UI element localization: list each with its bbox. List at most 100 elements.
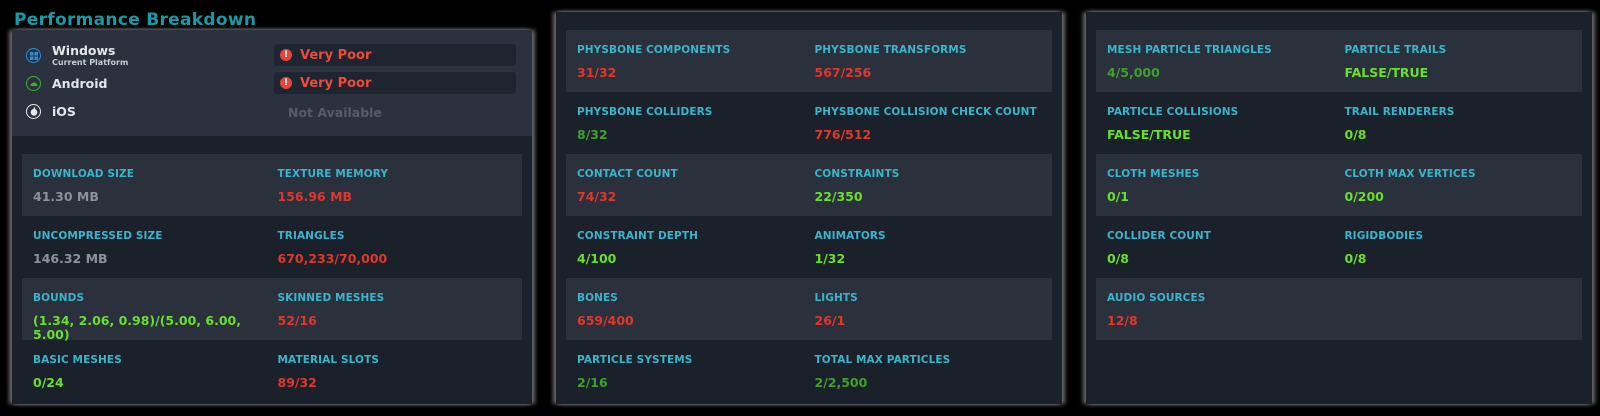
stat-label: BONES — [577, 292, 618, 304]
stat-cell: CLOTH MAX VERTICES 0/200 — [1345, 154, 1583, 216]
stat-cell: CONTACT COUNT 74/32 — [577, 154, 815, 216]
stat-label: AUDIO SOURCES — [1107, 292, 1206, 304]
stat-label: UNCOMPRESSED SIZE — [33, 230, 163, 242]
platform-name: iOS — [52, 103, 76, 119]
stat-value: 74/32 — [577, 189, 617, 204]
stat-cell: TEXTURE MEMORY 156.96 MB — [278, 154, 523, 216]
stat-label: PHYSBONE TRANSFORMS — [814, 44, 967, 56]
stat-value: 0/1 — [1107, 189, 1129, 204]
stat-value: 12/8 — [1107, 313, 1138, 328]
stat-row: CONSTRAINT DEPTH 4/100 ANIMATORS 1/32 — [566, 216, 1052, 278]
page-title: Performance Breakdown — [14, 10, 257, 30]
stat-cell: CONSTRAINT DEPTH 4/100 — [577, 216, 815, 278]
stat-value: 41.30 MB — [33, 189, 99, 204]
stat-value: FALSE/TRUE — [1107, 127, 1191, 142]
panel-effects: MESH PARTICLE TRIANGLES 4/5,000 PARTICLE T… — [1086, 12, 1592, 404]
stat-label: CONTACT COUNT — [577, 168, 678, 180]
stat-label: CONSTRAINTS — [814, 168, 900, 180]
stat-label: PHYSBONE COMPONENTS — [577, 44, 731, 56]
stat-value: (1.34, 2.06, 0.98)/(5.00, 6.00, 5.00) — [33, 313, 241, 342]
rating-text: Very Poor — [300, 47, 372, 63]
stat-label: PARTICLE TRAILS — [1344, 44, 1447, 56]
stat-cell: LIGHTS 26/1 — [815, 278, 1053, 340]
stat-value: 31/32 — [577, 65, 617, 80]
platform-name: Windows — [52, 43, 116, 58]
stat-value: 0/8 — [1344, 251, 1367, 266]
stat-value: 567/256 — [814, 65, 872, 80]
stat-label: PARTICLE SYSTEMS — [577, 354, 693, 366]
stat-label: RIGIDBODIES — [1344, 230, 1424, 242]
windows-icon — [26, 48, 41, 63]
stat-row: PARTICLE COLLISIONS FALSE/TRUE TRAIL RENDE… — [1096, 92, 1582, 154]
stat-cell: MESH PARTICLE TRIANGLES 4/5,000 — [1107, 30, 1345, 92]
stat-value: 2/16 — [577, 375, 608, 390]
stat-label: MESH PARTICLE TRIANGLES — [1107, 44, 1272, 56]
panel-general: Windows Current Platform ! Very Poor And… — [12, 30, 532, 404]
stat-value: 89/32 — [277, 375, 317, 390]
stat-label: LIGHTS — [814, 292, 858, 304]
stat-value: 670,233/70,000 — [277, 251, 388, 266]
platform-subtitle: Current Platform — [52, 58, 129, 67]
stat-cell: BOUNDS (1.34, 2.06, 0.98)/(5.00, 6.00, 5.… — [33, 278, 278, 342]
android-icon — [26, 76, 41, 91]
stat-value: 0/8 — [1107, 251, 1129, 266]
stat-cell: BONES 659/400 — [577, 278, 815, 340]
stat-cell: PHYSBONE COMPONENTS 31/32 — [577, 30, 815, 92]
rating-text: Very Poor — [300, 75, 372, 91]
stat-label: COLLIDER COUNT — [1107, 230, 1212, 242]
stat-row: AUDIO SOURCES 12/8 — [1096, 278, 1582, 340]
stat-cell: AUDIO SOURCES 12/8 — [1107, 278, 1345, 340]
stat-label: CLOTH MESHES — [1107, 168, 1200, 180]
stat-cell: CLOTH MESHES 0/1 — [1107, 154, 1345, 216]
stat-row: PHYSBONE COMPONENTS 31/32 PHYSBONE TRANSFO… — [566, 30, 1052, 92]
stat-value: 52/16 — [277, 313, 317, 328]
stat-cell — [1345, 278, 1583, 340]
stat-label — [1345, 291, 1583, 305]
stat-row: CONTACT COUNT 74/32 CONSTRAINTS 22/350 — [566, 154, 1052, 216]
stat-cell: CONSTRAINTS 22/350 — [815, 154, 1053, 216]
alert-icon: ! — [280, 77, 292, 89]
stat-cell: ANIMATORS 1/32 — [815, 216, 1053, 278]
apple-icon — [26, 104, 41, 119]
stat-value: 22/350 — [814, 189, 863, 204]
stats-physics: PHYSBONE COMPONENTS 31/32 PHYSBONE TRANSFO… — [556, 30, 1062, 402]
stat-label: PHYSBONE COLLISION CHECK COUNT — [814, 106, 1037, 118]
stat-label: CONSTRAINT DEPTH — [577, 230, 699, 242]
stat-cell: PHYSBONE TRANSFORMS 567/256 — [815, 30, 1053, 92]
stat-cell: PARTICLE COLLISIONS FALSE/TRUE — [1107, 92, 1345, 154]
stat-cell: BASIC MESHES 0/24 — [33, 340, 278, 402]
stat-value: 1/32 — [814, 251, 846, 266]
platform-ios: iOS — [26, 104, 76, 119]
stat-cell: COLLIDER COUNT 0/8 — [1107, 216, 1345, 278]
panel-physics: PHYSBONE COMPONENTS 31/32 PHYSBONE TRANSFO… — [556, 12, 1062, 404]
stats-general: DOWNLOAD SIZE 41.30 MB TEXTURE MEMORY 156.9… — [12, 154, 532, 402]
stat-row: BOUNDS (1.34, 2.06, 0.98)/(5.00, 6.00, 5.… — [22, 278, 522, 342]
platform-name: Android — [52, 75, 108, 91]
stat-row: PARTICLE SYSTEMS 2/16 TOTAL MAX PARTICLES 2… — [566, 340, 1052, 402]
stat-label: MATERIAL SLOTS — [277, 354, 379, 366]
stat-value: 26/1 — [814, 313, 846, 328]
stat-label: PHYSBONE COLLIDERS — [577, 106, 713, 118]
stat-row: DOWNLOAD SIZE 41.30 MB TEXTURE MEMORY 156.9… — [22, 154, 522, 216]
platform-android: Android — [26, 76, 108, 91]
platform-ratings: Windows Current Platform ! Very Poor And… — [12, 30, 532, 136]
stat-cell: TRAIL RENDERERS 0/8 — [1345, 92, 1583, 154]
alert-icon: ! — [280, 49, 292, 61]
stat-row: BONES 659/400 LIGHTS 26/1 — [566, 278, 1052, 340]
stat-value: 2/2,500 — [814, 375, 868, 390]
stat-label: DOWNLOAD SIZE — [33, 168, 135, 180]
stat-row: UNCOMPRESSED SIZE 146.32 MB TRIANGLES 670,2… — [22, 216, 522, 278]
stat-value: FALSE/TRUE — [1344, 65, 1429, 80]
stat-cell: RIGIDBODIES 0/8 — [1345, 216, 1583, 278]
stat-label: TRAIL RENDERERS — [1344, 106, 1455, 118]
stat-value: 776/512 — [814, 127, 872, 142]
rating-badge-android: ! Very Poor — [274, 72, 516, 94]
stat-cell: UNCOMPRESSED SIZE 146.32 MB — [33, 216, 278, 278]
stat-cell: TRIANGLES 670,233/70,000 — [278, 216, 523, 278]
stat-label: BASIC MESHES — [33, 354, 122, 366]
stat-value: 8/32 — [577, 127, 608, 142]
stat-value: 0/200 — [1344, 189, 1384, 204]
rating-badge-windows: ! Very Poor — [274, 44, 516, 66]
stat-value: 4/5,000 — [1107, 65, 1160, 80]
stat-label: TRIANGLES — [277, 230, 345, 242]
